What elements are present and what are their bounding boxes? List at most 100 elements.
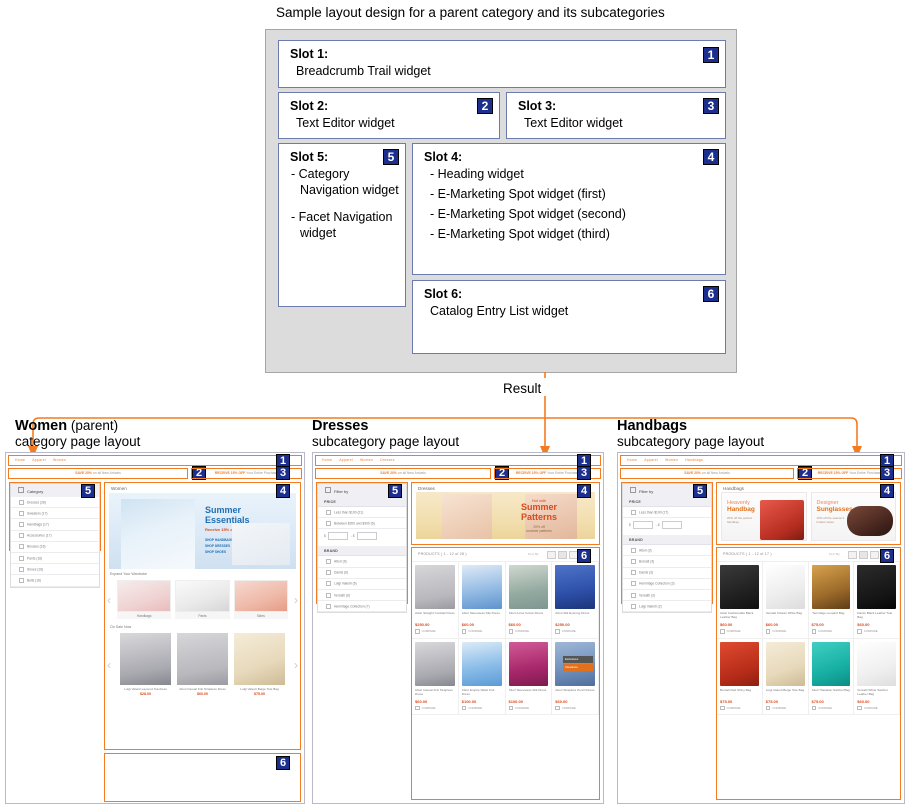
carousel-next-icon[interactable]: › <box>294 594 298 606</box>
crumb-0[interactable]: Home <box>627 458 637 462</box>
product-card[interactable]: Hermitage Leopard Bag $75.00 COMPARE <box>808 562 855 639</box>
product-card[interactable]: Attori Sleeveless Slip Dress $60.00 COMPAR… <box>458 562 506 639</box>
expand-icon[interactable] <box>630 487 636 493</box>
expand-icon[interactable] <box>18 487 24 493</box>
compare-checkbox[interactable]: COMPARE <box>812 629 851 634</box>
product-card[interactable]: Borsati Red Shiny Bag $75.00 COMPARE <box>717 638 763 716</box>
compare-checkbox[interactable]: COMPARE <box>720 706 759 711</box>
crumb-0[interactable]: Home <box>322 458 332 462</box>
women-hero-banner[interactable]: Summer Essentials Receive 15% off SHOP H… <box>109 493 296 569</box>
wardrobe-item[interactable]: Pants <box>175 580 230 619</box>
facet-row[interactable]: Hermitage Collection (3) <box>623 579 711 590</box>
compare-checkbox[interactable]: COMPARE <box>555 706 595 711</box>
compare-checkbox[interactable]: COMPARE <box>462 706 502 711</box>
women-promo-right-bold: RECEIVE 15% OFF <box>214 471 246 475</box>
sale-item[interactable]: Attori Casual Knit Strapless Dress $60.0… <box>174 633 231 696</box>
facet-row[interactable]: Dresses (28) <box>11 497 99 509</box>
price-max-input[interactable] <box>356 532 377 541</box>
crumb-2[interactable]: Women <box>665 458 678 462</box>
prev-page-button[interactable] <box>547 550 556 559</box>
facet-row[interactable]: Dainis (3) <box>623 568 711 579</box>
grid-view-button[interactable] <box>558 550 567 559</box>
compare-checkbox[interactable]: COMPARE <box>415 706 455 711</box>
handbags-breadcrumb[interactable]: Home Apparel Women Handbags <box>621 456 901 462</box>
facet-row[interactable]: Less than $100 (17) <box>623 507 711 519</box>
facet-row[interactable]: Between $200 and $300 (6) <box>318 518 406 530</box>
product-card[interactable]: Luigi Valenti Beige Tote Bag $75.00 COMPAR… <box>762 638 809 716</box>
product-card[interactable]: Exclusives Clearance Attori Strapless Pe… <box>552 638 599 716</box>
sale-item[interactable]: Luigi Valenti Beige Tote Bag $75.00 <box>231 633 288 696</box>
price-min-input[interactable] <box>632 521 653 530</box>
carousel-prev-icon[interactable]: ‹ <box>107 594 111 606</box>
facet-row[interactable]: Attori (9) <box>318 556 406 568</box>
crumb-1[interactable]: Apparel <box>644 458 658 462</box>
crumb-2[interactable]: Women <box>360 458 373 462</box>
expand-icon[interactable] <box>325 487 331 493</box>
facet-row[interactable]: Shoes (16) <box>11 564 99 576</box>
product-card[interactable]: Attori A-line Cotton Dress $60.00 COMPARE <box>505 562 553 639</box>
compare-checkbox[interactable]: COMPARE <box>555 629 595 634</box>
list-view-button[interactable] <box>870 550 879 559</box>
compare-checkbox[interactable]: COMPARE <box>509 629 549 634</box>
facet-row[interactable]: Pants (16) <box>11 553 99 565</box>
product-card[interactable]: Versatti Classic White Bag $60.00 COMPARE <box>762 562 809 639</box>
facet-row[interactable]: Hermitage Collection (7) <box>318 601 406 613</box>
price-range-inputs[interactable]: $ - $ <box>623 518 711 532</box>
layout-diagram-panel: Slot 1: Breadcrumb Trail widget 1 Slot 2… <box>265 29 737 373</box>
price-min-input[interactable] <box>327 532 348 541</box>
women-breadcrumb[interactable]: Home Apparel Women <box>9 456 301 462</box>
facet-row[interactable]: Borsati (3) <box>623 556 711 568</box>
sale-next-icon[interactable]: › <box>294 659 298 671</box>
product-card[interactable]: Attori Sleeveless Silk Dress $100.00 COMPA… <box>505 638 553 716</box>
prev-page-button[interactable] <box>848 550 857 559</box>
sort-by-label: Sort By <box>527 552 539 556</box>
sale-item[interactable]: Luigi Valenti Layered Sundress $28.00 <box>117 633 174 696</box>
compare-checkbox[interactable]: COMPARE <box>720 629 759 634</box>
compare-checkbox[interactable]: COMPARE <box>415 629 455 634</box>
handbags-hero-left[interactable]: Heavenly Handbag 20% off the perfect han… <box>721 492 807 541</box>
handbags-hero-right[interactable]: Designer Sunglasses 15% off the season's… <box>810 492 896 541</box>
product-card[interactable]: Versatti White Satchel Leather Bag $60.00… <box>854 638 900 716</box>
facet-row[interactable]: Dainis (6) <box>318 568 406 579</box>
dresses-breadcrumb[interactable]: Home Apparel Women Dresses <box>316 456 600 462</box>
facet-row[interactable]: Luigi Valenti (2) <box>623 601 711 613</box>
compare-checkbox[interactable]: COMPARE <box>857 629 896 634</box>
price-range-inputs[interactable]: $ - $ <box>318 529 406 543</box>
product-card[interactable]: Attori Straight Cocktail Dress $250.00 COM… <box>412 562 459 639</box>
product-card[interactable]: Attori Hawaiian Satchel Bag $75.00 COMPARE <box>808 638 855 716</box>
crumb-3[interactable]: Handbags <box>685 458 703 462</box>
facet-row[interactable]: Attori (3) <box>623 545 711 557</box>
crumb-0[interactable]: Home <box>15 458 25 462</box>
facet-row[interactable]: Accessories (17) <box>11 531 99 542</box>
facet-row[interactable]: Less than $100 (21) <box>318 507 406 519</box>
compare-checkbox[interactable]: COMPARE <box>462 629 502 634</box>
compare-checkbox[interactable]: COMPARE <box>812 706 851 711</box>
facet-row[interactable]: Luigi Valenti (6) <box>318 579 406 590</box>
product-card[interactable]: Attori Silk Evening Dress $250.00 COMPARE <box>552 562 599 639</box>
compare-checkbox[interactable]: COMPARE <box>766 629 805 634</box>
compare-checkbox[interactable]: COMPARE <box>766 706 805 711</box>
facet-row[interactable]: Versatti (3) <box>623 590 711 602</box>
facet-row[interactable]: Belts (16) <box>11 575 99 587</box>
grid-view-button[interactable] <box>859 550 868 559</box>
wardrobe-item[interactable]: Skirts <box>233 580 288 619</box>
product-price: $60.00 <box>765 622 778 627</box>
product-card[interactable]: Attori Casual Knit Strapless Dress $60.00… <box>412 638 459 716</box>
product-card[interactable]: Attori Empire Waist Knit Dress $100.00 COM… <box>458 638 506 716</box>
crumb-1[interactable]: Apparel <box>339 458 353 462</box>
compare-checkbox[interactable]: COMPARE <box>857 706 896 711</box>
crumb-2[interactable]: Women <box>53 458 66 462</box>
price-max-input[interactable] <box>661 521 682 530</box>
sale-prev-icon[interactable]: ‹ <box>107 659 111 671</box>
wardrobe-item[interactable]: Handbags <box>117 580 172 619</box>
facet-row[interactable]: Sweaters (17) <box>11 508 99 520</box>
crumb-1[interactable]: Apparel <box>32 458 46 462</box>
facet-row[interactable]: Handbags (17) <box>11 519 99 531</box>
product-card[interactable]: Attori Fashionable Black Leather Bag $60.… <box>717 562 763 639</box>
facet-row[interactable]: Blouses (16) <box>11 542 99 553</box>
product-card[interactable]: Dainis Black Leather Tote Bag $60.00 COMPA… <box>854 562 900 639</box>
compare-checkbox[interactable]: COMPARE <box>509 706 549 711</box>
facet-row[interactable]: Versatti (6) <box>318 590 406 602</box>
dresses-hero-banner[interactable]: Hot with Summer Patterns 20% off summer … <box>416 492 595 539</box>
crumb-3[interactable]: Dresses <box>380 458 395 462</box>
